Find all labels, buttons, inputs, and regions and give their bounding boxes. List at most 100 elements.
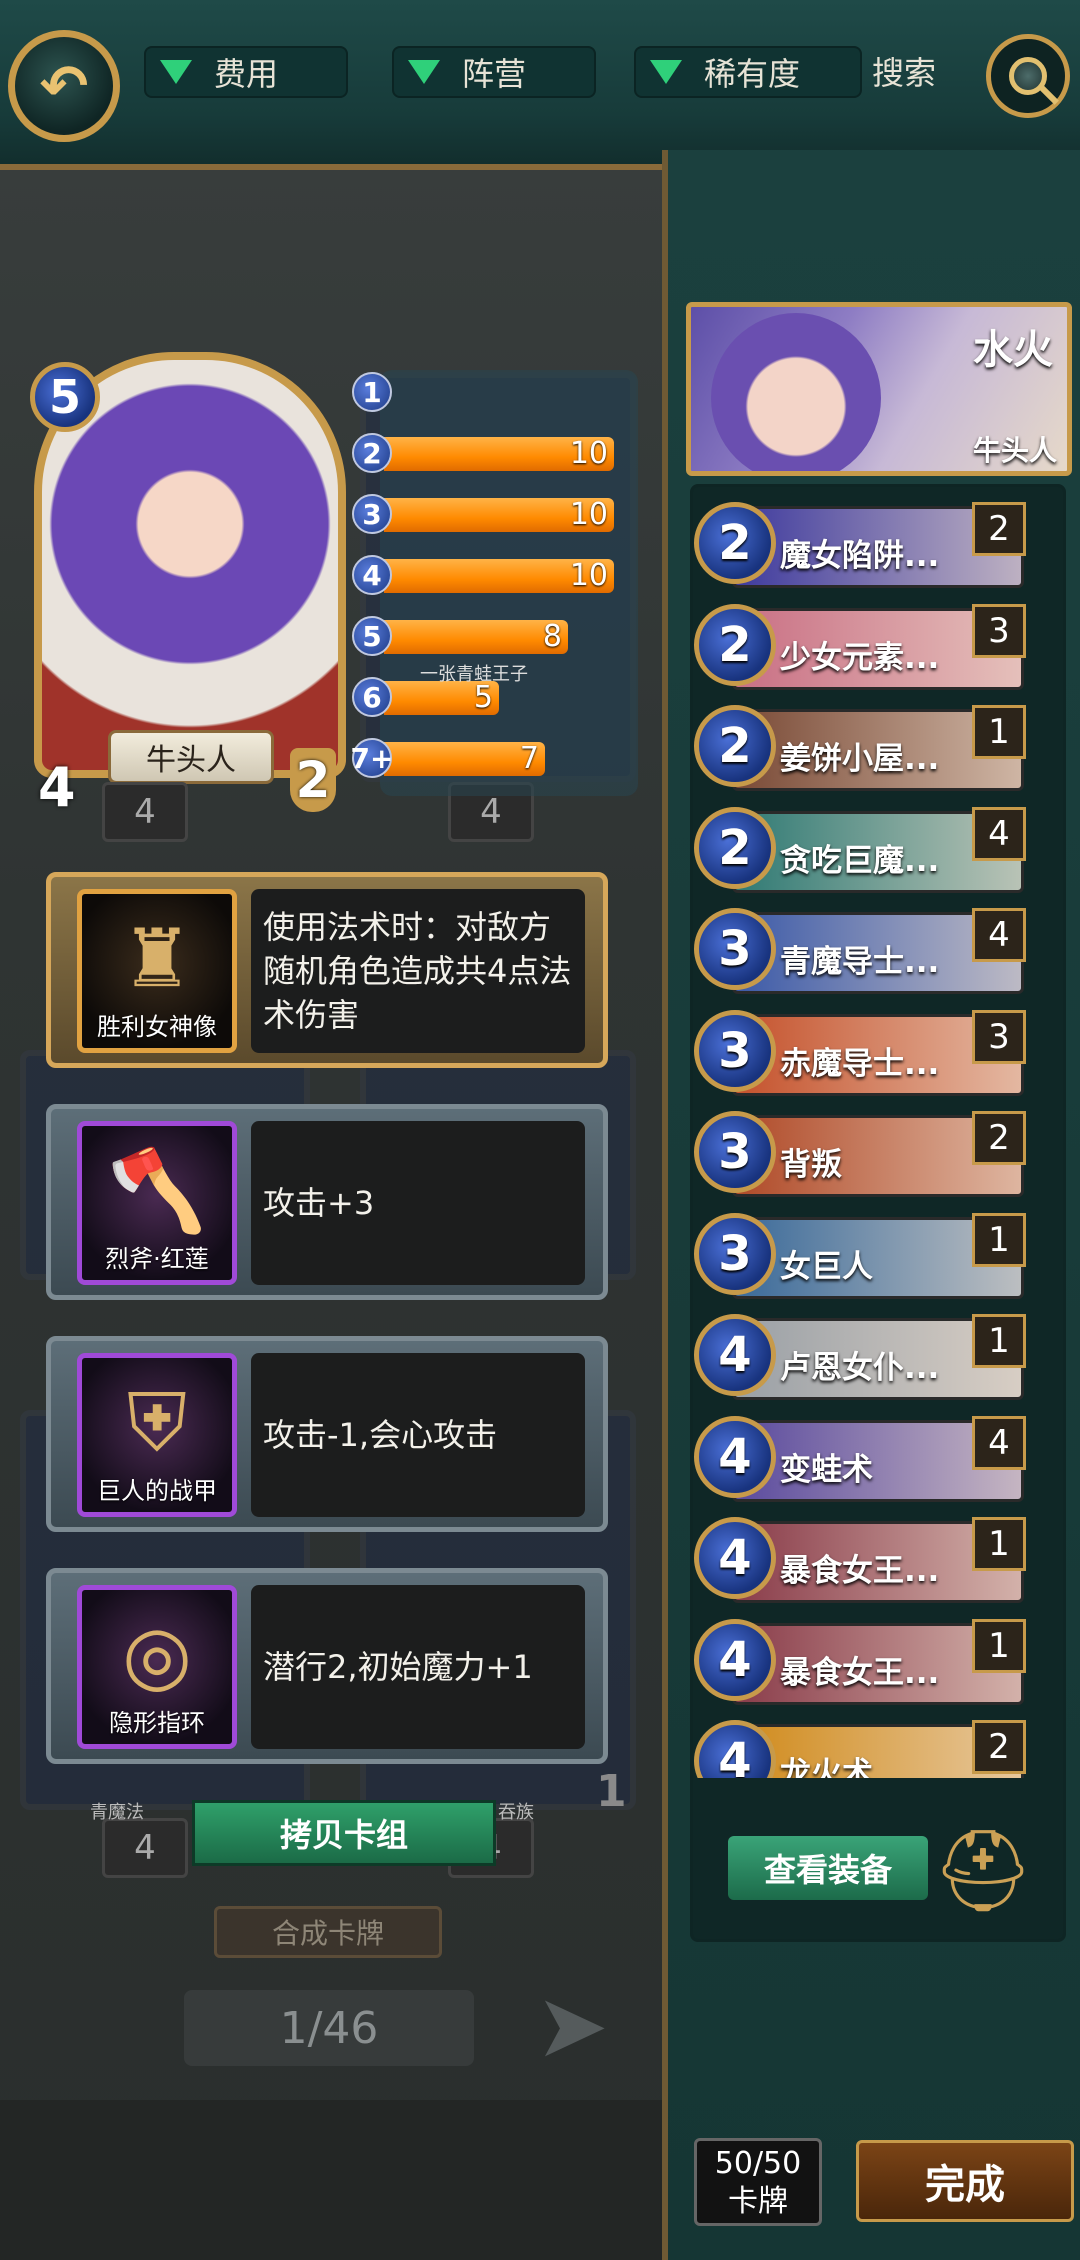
deck-card-row[interactable]: 3 背叛 2 <box>694 1107 1034 1209</box>
search-button[interactable] <box>986 34 1070 118</box>
deck-card-count: 3 <box>972 1009 1026 1064</box>
card-count-box: 50/50 卡牌 <box>694 2138 822 2226</box>
deck-card-count: 2 <box>972 1111 1026 1165</box>
corner-number: 1 <box>596 1766 627 1817</box>
dropdown-triangle-icon <box>650 60 682 84</box>
deck-card-row[interactable]: 3 女巨人 1 <box>694 1209 1034 1311</box>
equipment-name: 烈斧·红莲 <box>105 1245 209 1273</box>
page-indicator: 1/46 <box>184 1990 474 2066</box>
deck-card-name: 少女元素... <box>780 639 940 676</box>
deck-card-name: 背叛 <box>780 1147 842 1183</box>
view-equipment-button[interactable]: 查看装备 <box>728 1836 928 1900</box>
cost-filter-label: 费用 <box>214 55 279 93</box>
bottom-strip <box>0 2100 662 2260</box>
deck-card-cost: 4 <box>694 1618 776 1701</box>
deck-card-count: 4 <box>972 1415 1026 1470</box>
faction-filter-label: 阵营 <box>462 55 527 93</box>
featured-card-cost: 5 <box>30 362 100 432</box>
card-number-box: 4 <box>102 782 188 842</box>
deck-card-row[interactable]: 2 少女元素... 3 <box>694 600 1034 702</box>
cost-bar: 8 <box>384 620 568 654</box>
done-button[interactable]: 完成 <box>856 2140 1074 2222</box>
deck-card-row[interactable]: 4 卢恩女仆... 1 <box>694 1310 1034 1412</box>
equipment-icon: ⛨ 巨人的战甲 <box>77 1353 237 1517</box>
deck-card-name: 卢恩女仆... <box>780 1350 940 1386</box>
deck-card-cost: 2 <box>694 705 776 787</box>
deck-card-count: 1 <box>972 1314 1026 1368</box>
search-label[interactable]: 搜索 <box>872 48 936 94</box>
deck-card-cost: 3 <box>694 1009 776 1092</box>
equipment-description: 潜行2,初始魔力+1 <box>251 1585 585 1749</box>
hero-card[interactable]: 水火 牛头人 <box>686 302 1072 476</box>
featured-card-health: 2 <box>290 748 336 812</box>
equipment-icon: 🪓 烈斧·红莲 <box>77 1121 237 1285</box>
card-count-value: 50/50 <box>714 2146 802 2181</box>
deck-card-name: 魔女陷阱... <box>780 538 940 574</box>
compose-card-button[interactable]: 合成卡牌 <box>214 1906 442 1958</box>
equipment-item[interactable]: 🪓 烈斧·红莲 攻击+3 <box>46 1104 608 1300</box>
next-page-arrow-icon[interactable]: ➤ <box>524 1970 620 2080</box>
card-count-label: 卡牌 <box>728 2184 788 2219</box>
cost-bar: 10 <box>384 498 614 532</box>
cost-bar: 7 <box>384 742 545 776</box>
cost-badge: 1 <box>352 372 392 412</box>
deck-card-row[interactable]: 2 魔女陷阱... 2 <box>694 498 1034 600</box>
back-arrow-icon: ↶ <box>39 52 89 120</box>
deck-card-count: 2 <box>972 1720 1026 1774</box>
equipment-description: 攻击+3 <box>251 1121 585 1285</box>
deck-card-cost: 4 <box>694 1314 776 1396</box>
deck-card-count: 1 <box>972 1517 1026 1571</box>
deck-card-cost: 2 <box>694 603 776 686</box>
deck-card-cost: 3 <box>694 1111 776 1193</box>
equipment-glyph-icon: ⛨ <box>127 1376 187 1469</box>
equipment-item[interactable]: ♜ 胜利女神像 使用法术时：对敌方随机角色造成共4点法术伤害 <box>46 872 608 1068</box>
deck-card-row[interactable]: 2 姜饼小屋... 1 <box>694 701 1034 803</box>
deck-card-row[interactable]: 2 贪吃巨魔... 4 <box>694 803 1034 905</box>
deck-card-row[interactable]: 4 暴食女王... 1 <box>694 1513 1034 1615</box>
dropdown-triangle-icon <box>160 60 192 84</box>
small-card-label: 青魔法 <box>90 1802 144 1823</box>
equipment-item[interactable]: ⛨ 巨人的战甲 攻击-1,会心攻击 <box>46 1336 608 1532</box>
helmet-icon: ⛑ <box>932 1824 1034 1917</box>
deck-card-row[interactable]: 4 暴食女王... 1 <box>694 1615 1034 1717</box>
deck-card-count: 1 <box>972 705 1026 759</box>
deck-card-row[interactable]: 3 青魔导士... 4 <box>694 904 1034 1006</box>
cost-badge: 4 <box>352 555 392 595</box>
hero-subtitle: 牛头人 <box>972 434 1057 467</box>
deck-card-row[interactable]: 4 龙火术 2 <box>694 1716 1034 1778</box>
cost-curve-chart: 1 2 10 3 10 4 10 5 8 6 5 7+ 7 <box>350 372 640 798</box>
deck-card-count: 3 <box>972 603 1026 658</box>
rarity-filter-dropdown[interactable]: 稀有度 <box>634 46 862 98</box>
equipment-glyph-icon: ♜ <box>121 912 193 1005</box>
deck-card-name: 暴食女王... <box>780 1553 940 1589</box>
deck-card-count: 2 <box>972 502 1026 556</box>
deck-card-name: 女巨人 <box>780 1248 873 1285</box>
cost-filter-dropdown[interactable]: 费用 <box>144 46 348 98</box>
deck-card-row[interactable]: 3 赤魔导士... 3 <box>694 1006 1034 1108</box>
top-bar: ↶ 费用 阵营 稀有度 搜索 <box>0 0 1080 170</box>
small-card-label: 吞族 <box>498 1802 534 1823</box>
cost-badge: 7+ <box>351 738 393 778</box>
equipment-item[interactable]: ◎ 隐形指环 潜行2,初始魔力+1 <box>46 1568 608 1764</box>
rarity-filter-label: 稀有度 <box>704 55 801 93</box>
dropdown-triangle-icon <box>408 60 440 84</box>
deck-card-name: 青魔导士... <box>780 944 940 980</box>
magnifier-icon <box>1009 57 1047 95</box>
deck-card-row[interactable]: 4 变蛙术 4 <box>694 1412 1034 1514</box>
deck-card-name: 变蛙术 <box>780 1451 873 1488</box>
equipment-name: 巨人的战甲 <box>97 1477 217 1505</box>
deck-card-name: 龙火术 <box>780 1756 873 1778</box>
copy-deck-button[interactable]: 拷贝卡组 <box>192 1800 496 1866</box>
deck-card-list[interactable]: 2 魔女陷阱... 2 2 少女元素... 3 2 姜饼小屋... 1 2 贪吃巨魔... 4 3 青魔导… <box>694 498 1034 1778</box>
cost-badge: 2 <box>352 433 392 473</box>
cost-badge: 6 <box>352 677 392 717</box>
cost-badge: 5 <box>352 616 392 656</box>
deck-card-count: 4 <box>972 908 1026 962</box>
faction-filter-dropdown[interactable]: 阵营 <box>392 46 596 98</box>
back-button[interactable]: ↶ <box>8 30 120 142</box>
deck-card-name: 姜饼小屋... <box>780 741 940 777</box>
chart-footnote: 一张青蛙王子 <box>420 664 528 685</box>
equipment-icon: ◎ 隐形指环 <box>77 1585 237 1749</box>
deck-card-cost: 2 <box>694 502 776 584</box>
deck-card-cost: 3 <box>694 1212 776 1295</box>
